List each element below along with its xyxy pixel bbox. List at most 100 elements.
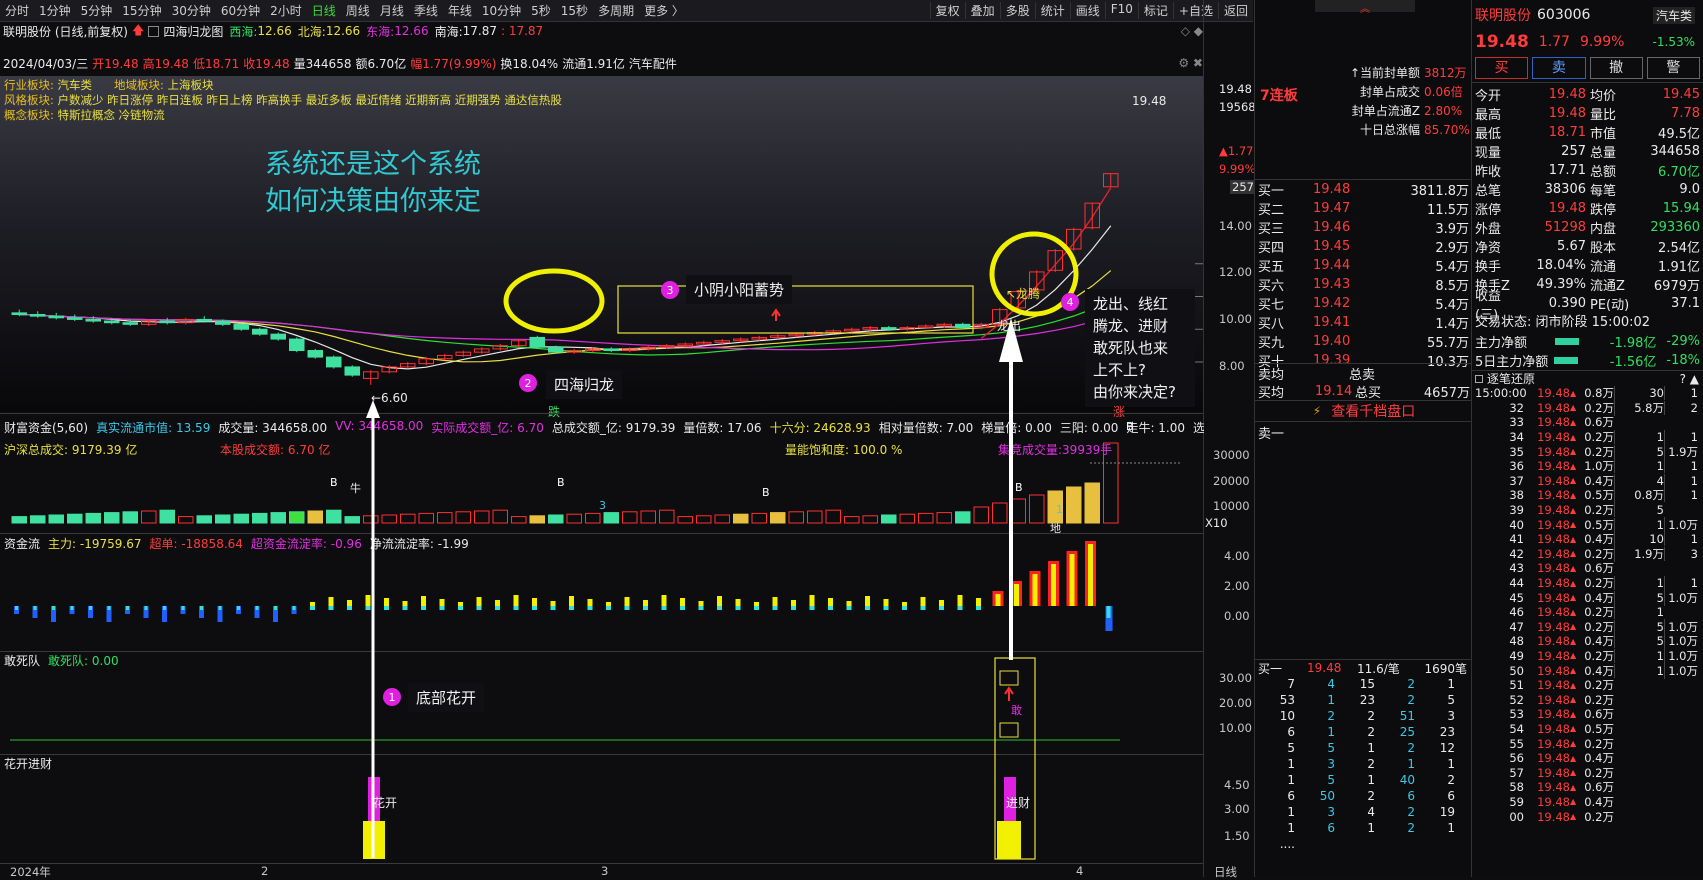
- toolbar-btn-0[interactable]: 复权: [929, 2, 965, 19]
- callout-3: 小阴小阳蓄势: [686, 275, 793, 304]
- tick-vol: 0.4万: [1584, 794, 1614, 809]
- hk-axis-4.5: 4.50: [1224, 778, 1250, 792]
- seal-value: 0.06倍: [1424, 85, 1463, 99]
- tick-side-b: 1: [1664, 473, 1698, 488]
- bid-price: 19.43: [1313, 277, 1351, 292]
- period-9[interactable]: 月线: [375, 2, 409, 19]
- seal-label: 封单占成交: [1359, 85, 1420, 99]
- bid-row[interactable]: 买四 19.45 2.9万: [1255, 237, 1473, 256]
- toolbar-btn-5[interactable]: F10: [1104, 2, 1138, 19]
- period-13[interactable]: 5秒: [526, 2, 556, 19]
- period-2[interactable]: 5分钟: [76, 2, 118, 19]
- tick-vol: 0.4万: [1584, 634, 1614, 649]
- period-3[interactable]: 15分钟: [117, 2, 166, 19]
- period-11[interactable]: 年线: [443, 2, 477, 19]
- sector-tag[interactable]: 汽车类: [1652, 6, 1695, 24]
- period-5[interactable]: 60分钟: [216, 2, 265, 19]
- bid-row[interactable]: 买五 19.44 5.4万: [1255, 256, 1473, 275]
- flow-bar-cyan: [328, 606, 334, 610]
- queue-cell: 50: [1319, 789, 1335, 803]
- cancel-button[interactable]: 撤: [1589, 57, 1643, 79]
- callout-4-l3: 敢死队也来: [1093, 339, 1169, 357]
- toolbar-btn-4[interactable]: 画线: [1069, 2, 1105, 19]
- tick-time: 45: [1509, 590, 1524, 605]
- queue-cell: 6: [1447, 789, 1455, 803]
- tools-icon[interactable]: ⚙ ✖: [1178, 56, 1203, 70]
- volume-bar: [1084, 482, 1100, 524]
- total-buy-label: 总买: [1355, 385, 1382, 401]
- jincai-label: 进财: [1006, 796, 1031, 810]
- period-8[interactable]: 周线: [341, 2, 375, 19]
- queue-cell: 12: [1439, 741, 1455, 755]
- flow5-bar: [1554, 357, 1579, 364]
- bid-row[interactable]: 买六 19.43 8.5万: [1255, 275, 1473, 294]
- tick-time: 40: [1509, 517, 1524, 532]
- collapse-box-icon[interactable]: [1475, 374, 1483, 383]
- toolbar-btn-6[interactable]: 标记: [1137, 2, 1173, 19]
- bid-row[interactable]: 买一 19.48 3811.8万: [1255, 180, 1473, 199]
- period-10[interactable]: 季线: [409, 2, 443, 19]
- marker-2: 2: [519, 374, 537, 392]
- flow-bar-pos: [939, 600, 944, 606]
- buy-button[interactable]: 买: [1475, 57, 1529, 79]
- gs-axis-10: 10.00: [1219, 721, 1252, 735]
- tick-side-a: 5: [1614, 444, 1664, 459]
- tick-side-a: 5.8万: [1614, 399, 1664, 416]
- volume-bar: [1029, 494, 1045, 524]
- view-full-button[interactable]: ⚡ 查看千档盘口: [1255, 400, 1473, 422]
- tick-price: 19.48: [1537, 765, 1570, 780]
- period-15[interactable]: 多周期: [593, 2, 639, 19]
- help-icon[interactable]: ? ▲: [1680, 372, 1699, 386]
- diamond-icon[interactable]: ◇ ◆: [1181, 24, 1203, 38]
- bid-row[interactable]: 买三 19.46 3.9万: [1255, 218, 1473, 237]
- period-1[interactable]: 1分钟: [34, 2, 76, 19]
- flow-bar-cyan: [939, 606, 944, 610]
- period-0[interactable]: 分时: [0, 2, 34, 19]
- tick-side-a: 1: [1614, 663, 1664, 678]
- flow-bar-pos: [735, 599, 741, 606]
- candle-body: [603, 348, 619, 352]
- volume-bar: [622, 511, 638, 524]
- period-14[interactable]: 15秒: [556, 2, 593, 19]
- tick-time: 43: [1509, 561, 1524, 576]
- flow-bar-cyan: [680, 606, 685, 610]
- queue-cell: 2: [1367, 789, 1375, 803]
- tick-row: 58 19.48 ▲ 0.6万: [1472, 780, 1703, 795]
- bid-row[interactable]: 买九 19.40 55.7万: [1255, 332, 1473, 351]
- flow-bar-pos: [976, 598, 981, 606]
- bid-row[interactable]: 买二 19.47 11.5万: [1255, 199, 1473, 218]
- flow-bar-cyan: [532, 606, 537, 610]
- toolbar-btn-1[interactable]: 叠加: [964, 2, 1000, 19]
- sell-button[interactable]: 卖: [1532, 57, 1586, 79]
- volume-bar: [233, 513, 249, 524]
- tick-time: 38: [1509, 488, 1524, 503]
- flow-bar-pos: [550, 601, 556, 606]
- bid-row[interactable]: 买八 19.41 1.4万: [1255, 313, 1473, 332]
- flow-bar-pos: [365, 595, 371, 606]
- toolbar-btn-3[interactable]: 统计: [1034, 2, 1070, 19]
- period-7[interactable]: 日线: [307, 2, 341, 19]
- period-16[interactable]: 更多 〉: [639, 2, 689, 19]
- flow-bar-pos: [624, 597, 630, 606]
- flow-bar-cyan: [606, 606, 611, 610]
- toolbar-btn-2[interactable]: 多股: [999, 2, 1035, 19]
- alert-button[interactable]: 警: [1646, 57, 1700, 79]
- bid-row[interactable]: 买七 19.42 5.4万: [1255, 294, 1473, 313]
- queue-cell: 2: [1407, 677, 1415, 691]
- tick-vol: 0.2万: [1584, 765, 1614, 780]
- period-6[interactable]: 2小时: [265, 2, 307, 19]
- tick-side-b: 1.0万: [1664, 516, 1698, 533]
- tick-vol: 0.2万: [1584, 692, 1614, 707]
- collapse-icon[interactable]: ︽: [1315, 0, 1415, 15]
- seal-value: 3812万: [1424, 66, 1467, 80]
- checkbox-icon[interactable]: [148, 25, 160, 37]
- donghai-label: 东海:: [366, 24, 395, 39]
- volume-bar: [862, 515, 878, 524]
- period-12[interactable]: 10分钟: [477, 2, 526, 19]
- b-marker: B: [1015, 481, 1023, 494]
- period-4[interactable]: 30分钟: [167, 2, 216, 19]
- stats-row: 收益(三) 0.390 PE(动) 37.1: [1472, 289, 1703, 323]
- tick-vol: 0.2万: [1584, 546, 1614, 561]
- stat-value: 51298: [1544, 220, 1586, 235]
- volume-bar: [326, 509, 342, 524]
